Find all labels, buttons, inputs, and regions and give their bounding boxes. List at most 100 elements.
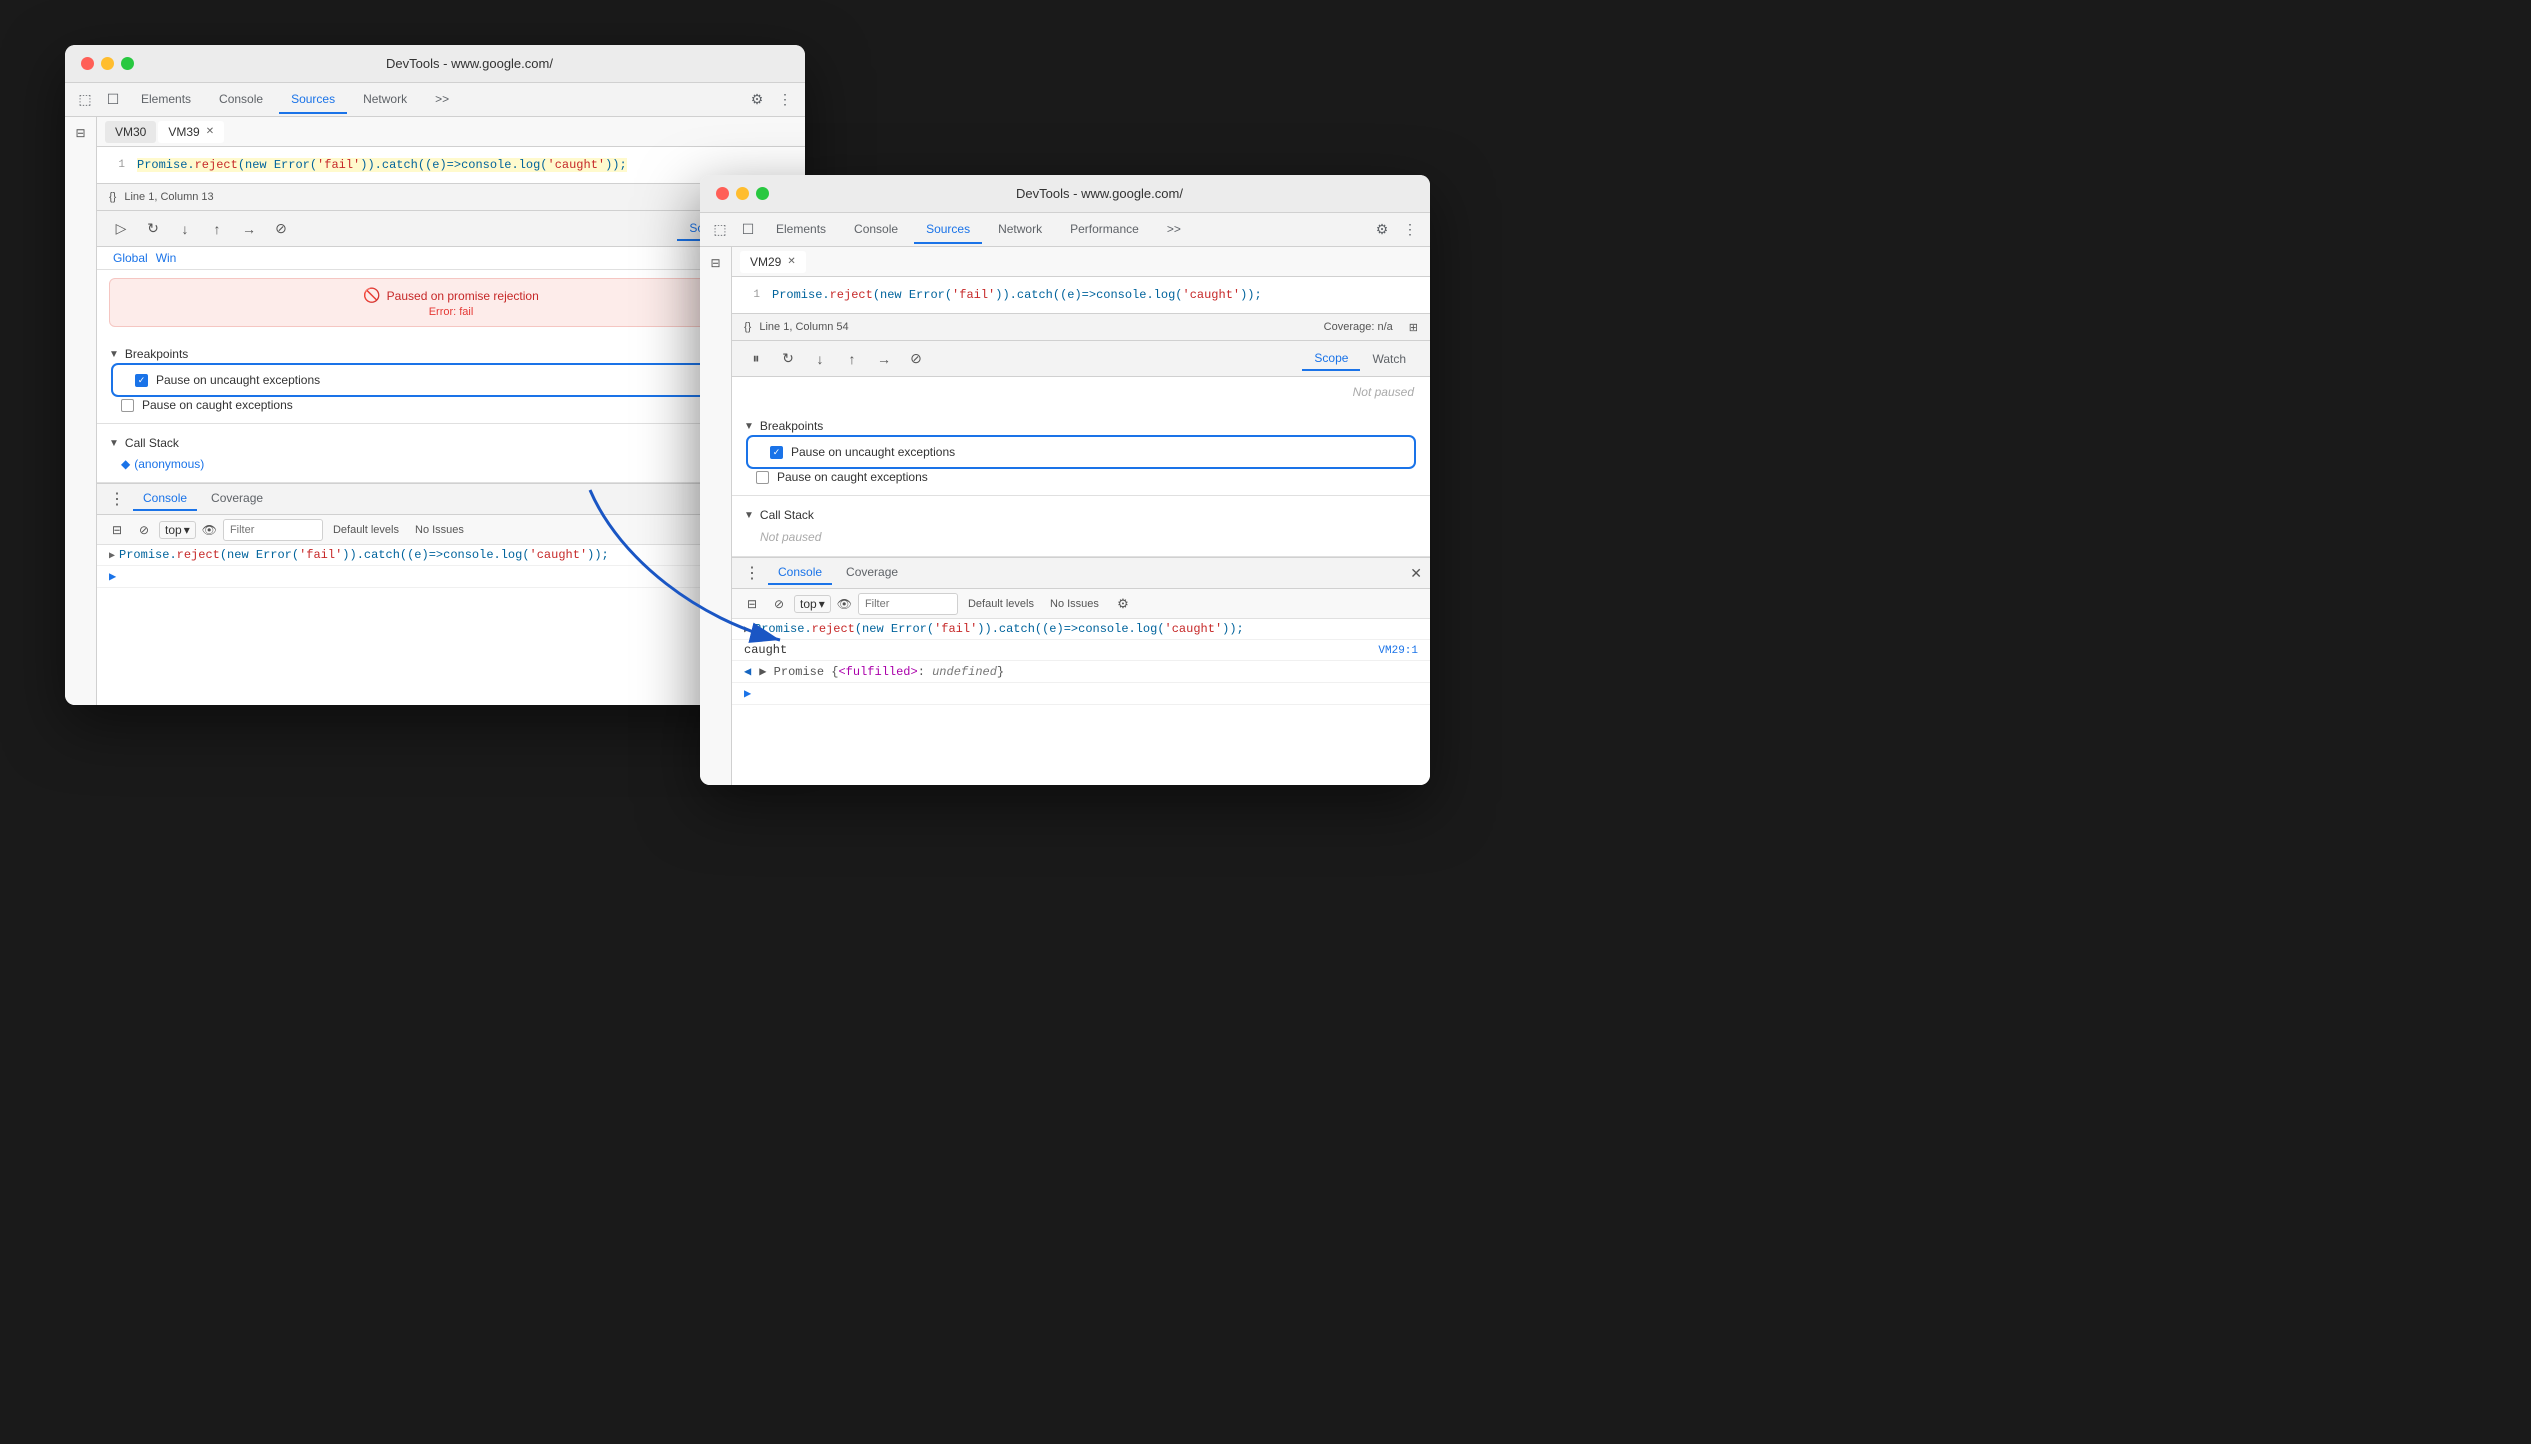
console-tab-1[interactable]: Console [133, 487, 197, 511]
bp2-checkbox[interactable] [121, 399, 134, 412]
callstack-header-2[interactable]: ▼ Call Stack [744, 504, 1418, 526]
tab-more-1[interactable]: >> [423, 86, 461, 114]
step-into-btn-2[interactable]: ↓ [808, 347, 832, 371]
maximize-button[interactable] [121, 57, 134, 70]
tab-network-2[interactable]: Network [986, 216, 1054, 244]
console-line1-1: ▶ Promise.reject(new Error('fail')).catc… [97, 545, 805, 566]
console-dots-1[interactable]: ⋮ [105, 487, 129, 511]
default-levels-btn-2[interactable]: Default levels [964, 596, 1038, 612]
bp-arrow-1: ▼ [109, 349, 119, 360]
eye-icon-2[interactable]: 👁 [837, 597, 852, 611]
console-tab-2[interactable]: Console [768, 561, 832, 585]
minimize-button[interactable] [101, 57, 114, 70]
tab-network-1[interactable]: Network [351, 86, 419, 114]
breakpoints-header-1[interactable]: ▼ Breakpoints [109, 343, 793, 365]
more-icon-2[interactable]: ⋮ [1398, 218, 1422, 242]
bp1-checkbox-2[interactable]: ✓ [770, 446, 783, 459]
tab-more-2[interactable]: >> [1155, 216, 1193, 244]
minimize-button-2[interactable] [736, 187, 749, 200]
callstack-header-1[interactable]: ▼ Call Stack [109, 432, 793, 454]
close-button-2[interactable] [716, 187, 729, 200]
file-tab-vm29[interactable]: VM29 ✕ [740, 251, 806, 273]
deactivate-btn[interactable]: ⊘ [269, 217, 293, 241]
console-dots-2[interactable]: ⋮ [740, 561, 764, 585]
tab-sources-2[interactable]: Sources [914, 216, 982, 244]
step-into-btn[interactable]: ↓ [173, 217, 197, 241]
top-selector-2[interactable]: top ▾ [794, 595, 831, 613]
device-icon-2[interactable]: ☐ [736, 218, 760, 242]
bp2-label: Pause on caught exceptions [142, 398, 293, 412]
window-title-2: DevTools - www.google.com/ [785, 186, 1414, 201]
resume-btn[interactable]: ▷ [109, 217, 133, 241]
console-sidebar-1[interactable]: ⊟ [105, 518, 129, 542]
inspector-icon-2[interactable]: ⬚ [708, 218, 732, 242]
cs-arrow-2: ▼ [744, 510, 754, 521]
console-settings-2[interactable]: ⚙ [1111, 592, 1135, 616]
status-bar-1: {} Line 1, Column 13 Coverage: n/a [97, 183, 805, 211]
step-over-btn-2[interactable]: ↻ [776, 347, 800, 371]
block-icon-2[interactable]: ⊘ [770, 595, 788, 613]
console-sidebar-2[interactable]: ⊟ [740, 592, 764, 616]
bp2-checkbox-2[interactable] [756, 471, 769, 484]
deactivate-btn-2[interactable]: ⊘ [904, 347, 928, 371]
eye-icon-1[interactable]: 👁 [202, 523, 217, 537]
close-button[interactable] [81, 57, 94, 70]
block-icon-1[interactable]: ⊘ [135, 521, 153, 539]
sidebar-toggle-2[interactable]: ⊟ [704, 251, 728, 275]
cs-func-1: (anonymous) [134, 457, 204, 471]
step-out-btn-2[interactable]: ↑ [840, 347, 864, 371]
bp2-label-2: Pause on caught exceptions [777, 470, 928, 484]
paused-error-1: Error: fail [429, 306, 474, 318]
close-vm39[interactable]: ✕ [206, 126, 214, 137]
tab-sources-1[interactable]: Sources [279, 86, 347, 114]
scope-global[interactable]: Global [113, 251, 148, 265]
bp2-item: Pause on caught exceptions [109, 395, 793, 415]
caught-text: caught [744, 643, 787, 657]
no-issues-1: No Issues [409, 522, 470, 538]
vm-link-2[interactable]: VM29:1 [1378, 645, 1418, 657]
scope-win[interactable]: Win [156, 251, 177, 265]
console-line1-2: ▶ Promise.reject(new Error('fail')).catc… [732, 619, 1430, 640]
settings-icon-1[interactable]: ⚙ [745, 88, 769, 112]
settings-icon-2[interactable]: ⚙ [1370, 218, 1394, 242]
top-label-2: top [800, 597, 817, 611]
coverage-tab-1[interactable]: Coverage [201, 487, 273, 511]
tab-console-2[interactable]: Console [842, 216, 910, 244]
top-selector-1[interactable]: top ▾ [159, 521, 196, 539]
tab-elements-2[interactable]: Elements [764, 216, 838, 244]
pause-btn-2[interactable]: ⏸ [744, 347, 768, 371]
console-output-2: ▶ Promise.reject(new Error('fail')).catc… [732, 619, 1430, 785]
callstack-section-2: ▼ Call Stack Not paused [732, 496, 1430, 557]
close-vm29[interactable]: ✕ [787, 256, 795, 267]
watch-tab-2[interactable]: Watch [1360, 348, 1418, 370]
tab-elements-1[interactable]: Elements [129, 86, 203, 114]
file-tab-vm39[interactable]: VM39 ✕ [158, 121, 224, 143]
paused-title-1: 🚫 Paused on promise rejection [363, 287, 539, 304]
step-out-btn[interactable]: ↑ [205, 217, 229, 241]
console-filter-2[interactable] [858, 593, 958, 615]
bp1-item-2: ✓ Pause on uncaught exceptions [758, 442, 1404, 462]
coverage-tab-2[interactable]: Coverage [836, 561, 908, 585]
device-icon[interactable]: ☐ [101, 88, 125, 112]
expand-icon-2[interactable]: ⊞ [1409, 321, 1418, 334]
breakpoints-header-2[interactable]: ▼ Breakpoints [744, 415, 1418, 437]
tab-performance-2[interactable]: Performance [1058, 216, 1151, 244]
step-btn[interactable]: → [237, 217, 261, 241]
console-output-1: ▶ Promise.reject(new Error('fail')).catc… [97, 545, 805, 705]
maximize-button-2[interactable] [756, 187, 769, 200]
console-filter-1[interactable] [223, 519, 323, 541]
scope-tab-2[interactable]: Scope [1302, 347, 1360, 371]
bp1-checkbox[interactable]: ✓ [135, 374, 148, 387]
more-icon-1[interactable]: ⋮ [773, 88, 797, 112]
tab-console-1[interactable]: Console [207, 86, 275, 114]
sidebar-toggle-1[interactable]: ⊟ [69, 121, 93, 145]
file-tab-vm30[interactable]: VM30 [105, 121, 156, 143]
dropdown-arrow-2: ▾ [819, 597, 825, 611]
step-over-btn[interactable]: ↻ [141, 217, 165, 241]
step-btn-2[interactable]: → [872, 347, 896, 371]
code-content-1: Promise.reject(new Error('fail')).catch(… [137, 158, 805, 172]
bp-label-1: Breakpoints [125, 347, 188, 361]
default-levels-btn-1[interactable]: Default levels [329, 522, 403, 538]
inspector-icon[interactable]: ⬚ [73, 88, 97, 112]
console-close-2[interactable]: ✕ [1410, 565, 1422, 582]
